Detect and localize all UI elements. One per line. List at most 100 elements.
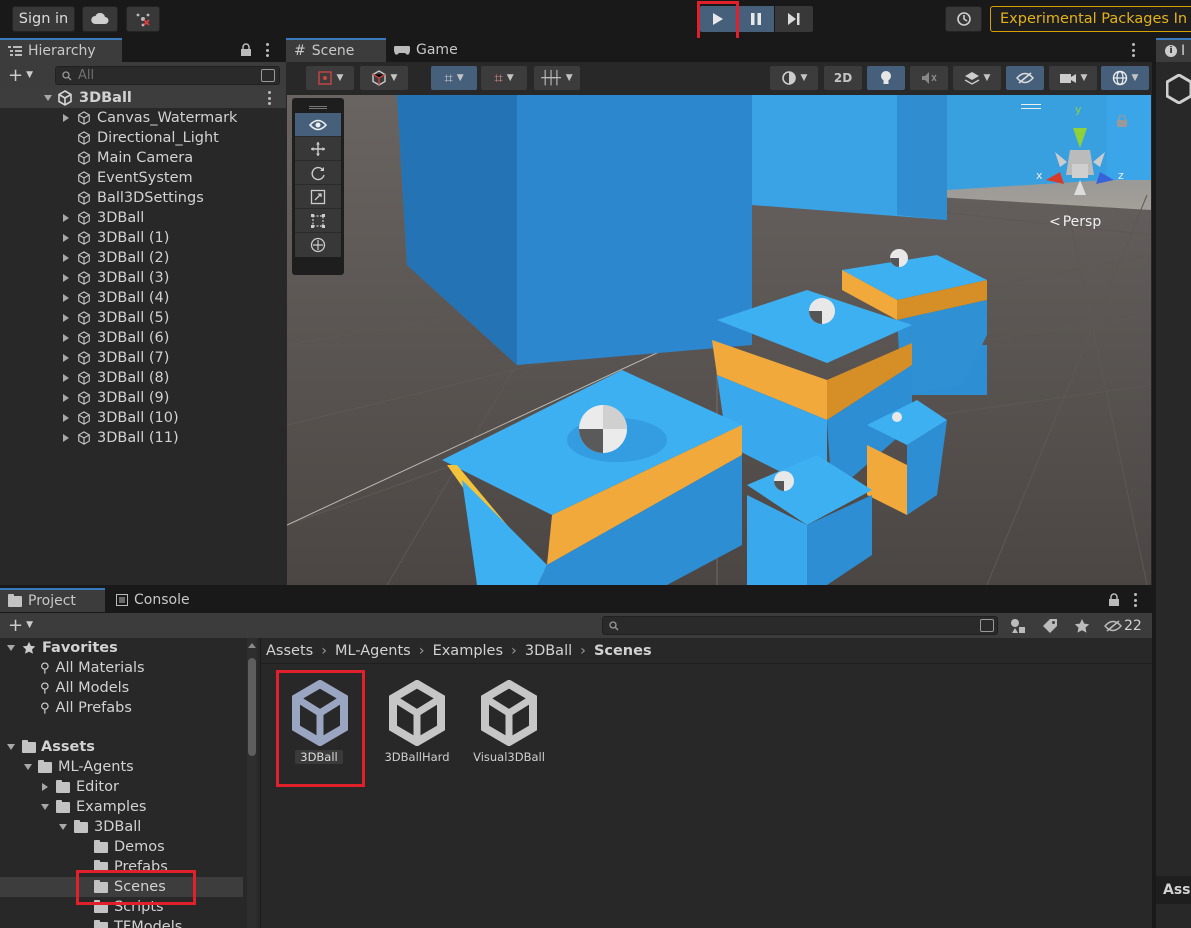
breadcrumb-scenes[interactable]: Scenes [594,643,652,659]
project-kebab-icon[interactable] [1134,593,1137,607]
scale-tool[interactable] [295,185,341,209]
move-tool[interactable] [295,137,341,161]
gizmo-lock-icon[interactable] [1117,115,1127,127]
create-dropdown[interactable]: + ▼ [8,65,42,86]
project-lock-icon[interactable] [1108,593,1120,607]
draw-mode-dropdown[interactable]: ▼ [360,66,408,90]
tab-project[interactable]: Project [0,588,105,612]
expand-arrow-icon[interactable] [63,114,69,122]
scroll-up-arrow-icon[interactable] [248,643,256,648]
tab-inspector[interactable]: i I [1156,38,1191,62]
perspective-label[interactable]: < Persp [1049,214,1101,230]
scene-viewport[interactable]: y x z < Persp [287,95,1151,585]
camera-settings-dropdown[interactable]: ▼ [1049,66,1097,90]
hidden-packages-toggle[interactable]: 22 [1104,616,1150,635]
rect-tool[interactable] [295,209,341,233]
assets-header[interactable]: Assets [0,737,245,757]
tab-scene[interactable]: # Scene [286,38,386,62]
favorites-arrow-icon[interactable] [7,645,15,651]
filter-by-label-icon[interactable] [1042,618,1058,634]
hierarchy-item[interactable]: 3DBall (6) [0,328,285,348]
asset-item-3dballhard[interactable]: 3DBallHard [375,674,459,770]
gizmo-menu-icon[interactable] [1021,104,1041,109]
fav-all-prefabs[interactable]: ⚲ All Prefabs [40,698,132,718]
expand-arrow-icon[interactable] [63,294,69,302]
hierarchy-item[interactable]: Ball3DSettings [0,188,285,208]
favorite-star-icon[interactable] [1074,618,1090,634]
step-button[interactable] [775,6,813,32]
tree-scrollbar[interactable] [247,638,257,928]
tree-demos[interactable]: Demos [94,837,165,857]
expand-arrow-icon[interactable] [63,354,69,362]
breadcrumb-3dball[interactable]: 3DBall [525,643,572,659]
expand-arrow-icon[interactable] [63,274,69,282]
tab-hierarchy[interactable]: Hierarchy [0,38,122,62]
effects-dropdown[interactable]: ▼ [953,66,1001,90]
tree-scrollbar-thumb[interactable] [248,658,256,756]
favorites-header[interactable]: Favorites [0,638,245,658]
kebab-menu-icon[interactable] [266,42,270,58]
hierarchy-item[interactable]: 3DBall (8) [0,368,285,388]
tree-tfmodels[interactable]: TFModels [94,917,182,928]
fav-all-models[interactable]: ⚲ All Models [40,678,129,698]
sign-in-button[interactable]: Sign in [12,6,75,32]
lock-icon[interactable] [240,43,252,57]
gizmo-tools-dropdown[interactable]: ▼ [306,66,354,90]
hierarchy-item[interactable]: 3DBall (11) [0,428,285,448]
expand-arrow-icon[interactable] [63,314,69,322]
hierarchy-item[interactable]: EventSystem [0,168,285,188]
breadcrumb-examples[interactable]: Examples [433,643,503,659]
experimental-packages-badge[interactable]: Experimental Packages In U [990,6,1191,32]
tree-ml-agents[interactable]: ML-Agents [24,757,134,777]
shading-mode-dropdown[interactable]: ▼ [770,66,818,90]
palette-grip[interactable] [295,101,341,113]
hierarchy-item[interactable]: 3DBall [0,208,285,228]
toggle-2d-button[interactable]: 2D [824,66,862,90]
tree-3dball[interactable]: 3DBall [59,817,141,837]
hierarchy-root-row[interactable]: 3DBall [0,88,286,108]
audio-toggle[interactable] [910,66,948,90]
expand-arrow-icon[interactable] [63,394,69,402]
tree-arrow-icon[interactable] [59,824,67,830]
lighting-toggle[interactable] [867,66,905,90]
expand-arrow-icon[interactable] [63,434,69,442]
rotate-tool[interactable] [295,161,341,185]
history-button[interactable] [945,6,982,32]
asset-item-visual3dball[interactable]: Visual3DBall [467,674,551,770]
snap-increment-dropdown[interactable]: ⌗ ▼ [481,66,527,90]
tab-game[interactable]: Game [386,38,466,62]
ruler-dropdown[interactable]: ┼┼┼ ▼ [534,66,580,90]
expand-arrow-icon[interactable] [63,214,69,222]
collab-button[interactable] [126,6,160,32]
hierarchy-item[interactable]: 3DBall (4) [0,288,285,308]
scene-kebab-icon[interactable] [268,91,271,105]
hierarchy-item[interactable]: 3DBall (7) [0,348,285,368]
grid-snap-toggle[interactable]: ⌗ ▼ [431,66,477,90]
expand-arrow-icon[interactable] [63,254,69,262]
hierarchy-item[interactable]: 3DBall (3) [0,268,285,288]
hierarchy-item[interactable]: Main Camera [0,148,285,168]
hierarchy-search-input[interactable]: All [55,66,280,85]
expand-arrow-icon[interactable] [63,374,69,382]
hierarchy-item[interactable]: Canvas_Watermark [0,108,285,128]
project-create-dropdown[interactable]: + ▼ [8,615,42,636]
tree-editor[interactable]: Editor [42,777,119,797]
hierarchy-item[interactable]: 3DBall (9) [0,388,285,408]
search-filter-icon[interactable] [261,69,275,82]
fav-all-materials[interactable]: ⚲ All Materials [40,658,145,678]
collapse-arrow-icon[interactable] [44,95,52,101]
view-tool[interactable] [295,113,341,137]
expand-arrow-icon[interactable] [63,414,69,422]
scene-kebab-icon-top[interactable] [1132,43,1135,57]
project-search-input[interactable] [602,616,998,635]
pause-button[interactable] [737,6,774,32]
tab-console[interactable]: Console [108,588,208,612]
assets-arrow-icon[interactable] [7,744,15,750]
tree-arrow-icon[interactable] [41,804,49,810]
expand-arrow-icon[interactable] [63,334,69,342]
tree-examples[interactable]: Examples [41,797,146,817]
breadcrumb-assets[interactable]: Assets [266,643,313,659]
transform-tool[interactable] [295,233,341,257]
cloud-button[interactable] [82,6,118,32]
hierarchy-item[interactable]: 3DBall (2) [0,248,285,268]
